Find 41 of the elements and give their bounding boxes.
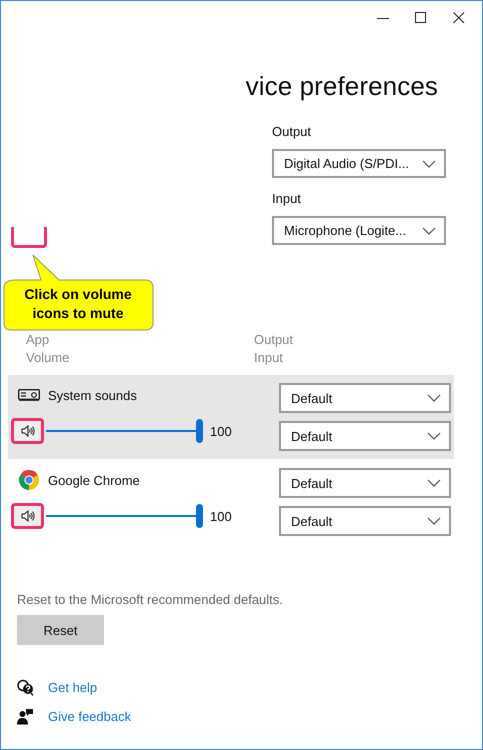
volume-value: 100: [210, 424, 232, 438]
output-label: Output: [272, 124, 312, 141]
app-name: System sounds: [48, 388, 137, 402]
speaker-device-icon: [18, 389, 40, 401]
output-dropdown[interactable]: Default: [279, 383, 451, 413]
speaker-icon: [20, 424, 34, 438]
input-device-dropdown[interactable]: Microphone (Logite...: [272, 216, 446, 245]
input-dropdown[interactable]: Default: [279, 506, 451, 536]
chrome-icon: [18, 469, 40, 491]
volume-value: 100: [210, 508, 232, 524]
maximize-icon[interactable]: [415, 12, 427, 24]
volume-button[interactable]: [11, 503, 44, 529]
column-header: Output: [254, 331, 294, 349]
volume-slider[interactable]: [46, 419, 200, 443]
column-header: Input: [254, 349, 284, 367]
chevron-icon: [427, 432, 441, 440]
callout-text: Click on volume icons to mute: [23, 285, 133, 323]
output-device-dropdown[interactable]: Digital Audio (S/PDI...: [272, 149, 446, 178]
help-icon: [17, 679, 34, 696]
chevron-icon: [422, 226, 436, 234]
feedback-icon: [17, 708, 34, 725]
column-header: App: [26, 331, 50, 349]
highlight-frame: [11, 227, 47, 248]
chevron-icon: [427, 517, 441, 525]
volume-slider[interactable]: [46, 504, 200, 528]
close-icon[interactable]: [453, 12, 465, 24]
chevron-icon: [427, 479, 441, 487]
output-dropdown[interactable]: Default: [279, 468, 451, 498]
app-name: Google Chrome: [48, 472, 140, 488]
link[interactable]: Give feedback: [48, 709, 132, 724]
page-title: vice preferences: [246, 71, 438, 102]
volume-button[interactable]: [11, 418, 44, 444]
input-dropdown[interactable]: Default: [279, 421, 451, 451]
column-header: Volume: [26, 349, 70, 367]
reset-description: Reset to the Microsoft recommended defaults.: [17, 592, 284, 607]
reset-button[interactable]: Reset: [17, 615, 104, 645]
link[interactable]: Get help: [48, 680, 98, 695]
chevron-icon: [427, 394, 441, 402]
chevron-icon: [422, 160, 436, 168]
input-label: Input: [272, 191, 302, 208]
speaker-icon: [20, 509, 34, 523]
